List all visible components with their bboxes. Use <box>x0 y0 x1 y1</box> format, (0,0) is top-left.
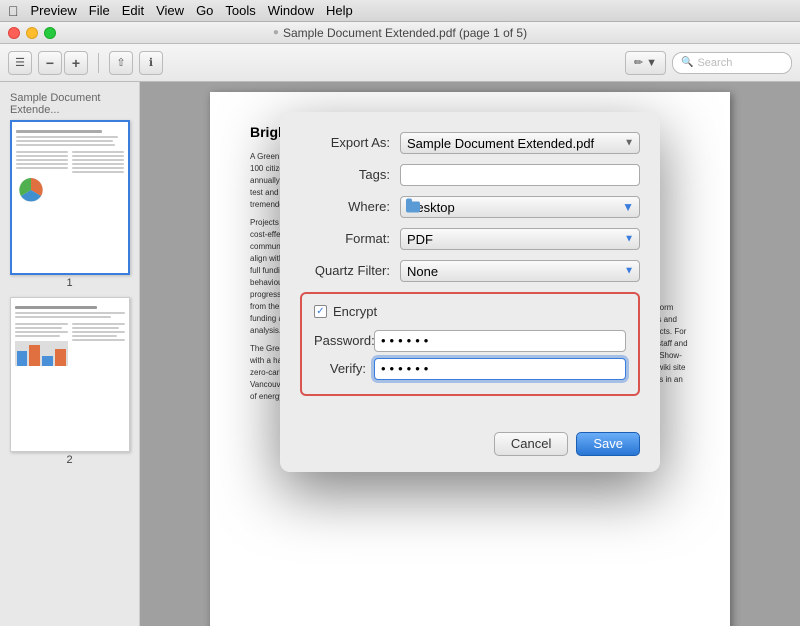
password-input[interactable] <box>374 330 626 352</box>
verify-label: Verify: <box>314 359 374 379</box>
menu-tools[interactable]: Tools <box>225 3 255 18</box>
password-row: Password: <box>314 330 626 352</box>
window-title: ● Sample Document Extended.pdf (page 1 o… <box>273 26 527 40</box>
page-number-2: 2 <box>10 454 130 466</box>
export-as-select[interactable]: Sample Document Extended.pdf <box>400 132 640 154</box>
share-button[interactable]: ⇧ <box>109 51 133 75</box>
title-dot: ● <box>273 27 279 38</box>
sidebar-toggle-button[interactable]: ☰ <box>8 51 32 75</box>
title-text: Sample Document Extended.pdf (page 1 of … <box>283 26 527 40</box>
quartz-filter-select[interactable]: None <box>400 260 640 282</box>
cancel-button[interactable]: Cancel <box>494 432 568 456</box>
dialog-body: Export As: Sample Document Extended.pdf … <box>280 112 660 422</box>
page-number-1: 1 <box>10 277 130 289</box>
menu-edit[interactable]: Edit <box>122 3 144 18</box>
tags-input[interactable] <box>400 164 640 186</box>
info-button[interactable]: ℹ <box>139 51 163 75</box>
menu-view[interactable]: View <box>156 3 184 18</box>
page-thumb-2[interactable]: 2 <box>10 297 130 466</box>
page-thumb-1[interactable]: 1 <box>10 120 130 289</box>
window-controls <box>8 27 56 39</box>
quartz-filter-label: Quartz Filter: <box>300 261 400 281</box>
encrypt-label: Encrypt <box>333 302 377 322</box>
format-label: Format: <box>300 229 400 249</box>
quartz-filter-row: Quartz Filter: None ▼ <box>300 260 640 282</box>
nav-buttons: ☰ <box>8 51 32 75</box>
search-icon: 🔍 <box>681 57 693 68</box>
maximize-button[interactable] <box>44 27 56 39</box>
password-label: Password: <box>314 331 374 351</box>
apple-menu-icon[interactable]:  <box>8 3 19 19</box>
where-row: Where: Desktop ▼ <box>300 196 640 218</box>
toolbar-right: ✏ ▼ 🔍 Search <box>625 51 792 75</box>
format-select-wrapper[interactable]: PDF ▼ <box>400 228 640 250</box>
pdf-page: Bright A Green Neighbourhoods program co… <box>210 92 730 626</box>
format-row: Format: PDF ▼ <box>300 228 640 250</box>
menu-help[interactable]: Help <box>326 3 353 18</box>
close-button[interactable] <box>8 27 20 39</box>
verify-input[interactable] <box>374 358 626 380</box>
verify-row: Verify: <box>314 358 626 380</box>
search-box[interactable]: 🔍 Search <box>672 52 792 74</box>
where-select-wrapper[interactable]: Desktop ▼ <box>400 196 640 218</box>
menu-window[interactable]: Window <box>268 3 314 18</box>
menu-file[interactable]: File <box>89 3 110 18</box>
tags-label: Tags: <box>300 165 400 185</box>
thumb-image-2 <box>10 297 130 452</box>
where-label: Where: <box>300 197 400 217</box>
sidebar-filename: Sample Document Extende... <box>4 90 135 120</box>
quartz-filter-select-wrapper[interactable]: None ▼ <box>400 260 640 282</box>
zoom-in-button[interactable]: + <box>64 51 88 75</box>
edit-button[interactable]: ✏ ▼ <box>625 51 666 75</box>
export-as-select-wrapper[interactable]: Sample Document Extended.pdf ▼ <box>400 132 640 154</box>
save-button[interactable]: Save <box>576 432 640 456</box>
where-select[interactable]: Desktop <box>400 196 640 218</box>
export-dialog-overlay: Export As: Sample Document Extended.pdf … <box>210 92 730 626</box>
doc-area: Bright A Green Neighbourhoods program co… <box>140 82 800 626</box>
format-select[interactable]: PDF <box>400 228 640 250</box>
zoom-buttons: − + <box>38 51 88 75</box>
tags-row: Tags: <box>300 164 640 186</box>
export-dialog: Export As: Sample Document Extended.pdf … <box>280 112 660 472</box>
sidebar: Sample Document Extende... <box>0 82 140 626</box>
dialog-buttons: Cancel Save <box>280 422 660 472</box>
zoom-out-button[interactable]: − <box>38 51 62 75</box>
pencil-icon: ✏ <box>634 56 643 69</box>
menu-preview[interactable]: Preview <box>31 3 77 18</box>
toolbar-separator-1 <box>98 53 99 73</box>
toolbar: ☰ − + ⇧ ℹ ✏ ▼ 🔍 Search <box>0 44 800 82</box>
encrypt-section: ✓ Encrypt Password: Verify: <box>300 292 640 396</box>
thumb-image-1 <box>10 120 130 275</box>
chevron-down-icon: ▼ <box>646 57 657 69</box>
search-placeholder: Search <box>697 57 732 69</box>
encrypt-checkbox-row: ✓ Encrypt <box>314 302 626 322</box>
main-content: Sample Document Extende... <box>0 82 800 626</box>
menubar:  Preview File Edit View Go Tools Window… <box>0 0 800 22</box>
export-as-row: Export As: Sample Document Extended.pdf … <box>300 132 640 154</box>
menu-go[interactable]: Go <box>196 3 213 18</box>
minimize-button[interactable] <box>26 27 38 39</box>
titlebar: ● Sample Document Extended.pdf (page 1 o… <box>0 22 800 44</box>
encrypt-checkbox[interactable]: ✓ <box>314 305 327 318</box>
export-as-label: Export As: <box>300 133 400 153</box>
